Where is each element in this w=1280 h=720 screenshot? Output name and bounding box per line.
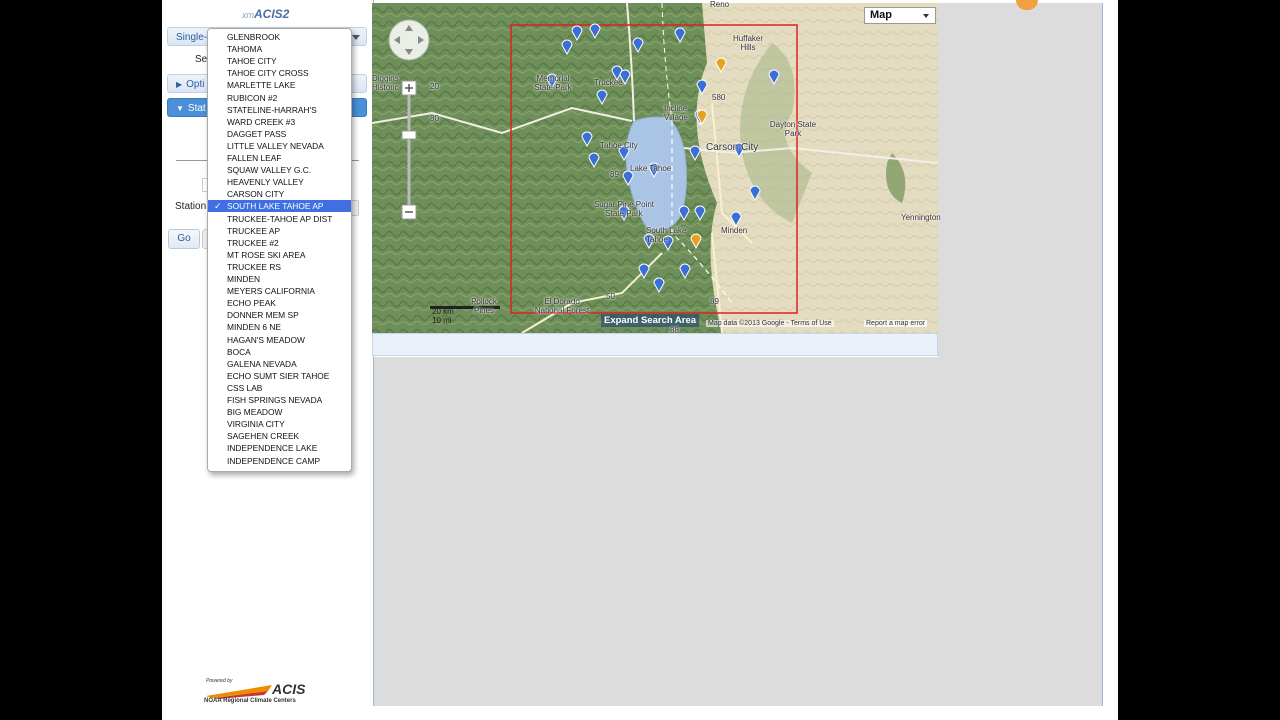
dropdown-option[interactable]: TAHOE CITY CROSS [208, 67, 351, 79]
map-attribution[interactable]: Map data ©2013 Google - Terms of Use [706, 320, 834, 327]
dropdown-option[interactable]: TRUCKEE-TAHOE AP DIST [208, 213, 351, 225]
map-label: Yennington [901, 213, 941, 222]
dropdown-option[interactable]: MEYERS CALIFORNIA [208, 285, 351, 297]
dropdown-option[interactable]: HEAVENLY VALLEY [208, 176, 351, 188]
dropdown-option[interactable]: RUBICON #2 [208, 92, 351, 104]
station-dropdown-list[interactable]: GLENBROOK TAHOMA TAHOE CITY TAHOE CITY CROS… [207, 28, 352, 472]
dropdown-option[interactable]: GALENA NEVADA [208, 358, 351, 370]
route-shield: 20 [430, 82, 439, 91]
panel-border [1102, 3, 1103, 706]
dropdown-option[interactable]: SAGEHEN CREEK [208, 430, 351, 442]
go-button[interactable]: Go [168, 229, 200, 249]
map-label: Truckee [594, 78, 623, 87]
route-shield: 88 [670, 326, 679, 335]
results-panel [373, 357, 1103, 706]
dropdown-option[interactable]: BOCA [208, 346, 351, 358]
dropdown-option[interactable]: HAGAN'S MEADOW [208, 334, 351, 346]
map-label: Tahoe City [600, 141, 638, 150]
dropdown-option[interactable]: TRUCKEE RS [208, 261, 351, 273]
dropdown-option[interactable]: CARSON CITY [208, 188, 351, 200]
map-label: Pollock Pines [471, 297, 497, 315]
route-shield: 580 [712, 93, 726, 102]
dropdown-option[interactable]: DONNER MEM SP [208, 309, 351, 321]
check-icon: ✓ [214, 201, 222, 212]
dropdown-option[interactable]: TRUCKEE AP [208, 225, 351, 237]
map-label: Dayton State Park [769, 120, 817, 138]
dropdown-option[interactable]: FISH SPRINGS NEVADA [208, 394, 351, 406]
map-label: El Dorado National Forest [534, 297, 590, 315]
dropdown-option[interactable]: FALLEN LEAF [208, 152, 351, 164]
dropdown-option[interactable]: INDEPENDENCE LAKE [208, 442, 351, 454]
map-label: Huffaker Hills [732, 34, 764, 52]
map-label: South Lake Tahoe [646, 226, 687, 244]
sidebar: xmACIS2 Single- Se ▶ Opti ▼ Stat Station G… [162, 0, 374, 706]
panel-background [938, 3, 1102, 357]
zoom-slider-handle[interactable] [401, 130, 417, 140]
dropdown-option[interactable]: VIRGINIA CITY [208, 418, 351, 430]
chevron-down-icon [352, 35, 360, 40]
route-shield: 50 [606, 292, 615, 301]
map-label: Reno [710, 0, 730, 9]
acis-logo: Powered by ACIS NOAA Regional Climate Ce… [202, 676, 320, 706]
dropdown-option[interactable]: SQUAW VALLEY G.C. [208, 164, 351, 176]
chevron-down-icon [923, 14, 929, 18]
dropdown-option[interactable]: MARLETTE LAKE [208, 79, 351, 91]
expand-right-icon: ▶ [176, 80, 183, 89]
map-label: Sugar Pine Point State Park [593, 200, 655, 218]
dropdown-option[interactable]: ECHO PEAK [208, 297, 351, 309]
dropdown-option[interactable]: STATELINE-HARRAH'S [208, 104, 351, 116]
app-title: xmACIS2 [242, 7, 290, 21]
map-label: Lake Tahoe [630, 164, 672, 173]
map-label: Carson City [706, 142, 759, 153]
map-scale: 20 km 10 mi [432, 307, 454, 325]
map-label: Diggins Historic [372, 74, 399, 92]
dropdown-option[interactable]: WARD CREEK #3 [208, 116, 351, 128]
dropdown-option[interactable]: TAHOMA [208, 43, 351, 55]
dropdown-option[interactable]: GLENBROOK [208, 31, 351, 43]
dropdown-option[interactable]: BIG MEADOW [208, 406, 351, 418]
route-shield: 89 [710, 297, 719, 306]
map-label: Incline Village [664, 104, 688, 122]
dropdown-option[interactable]: INDEPENDENCE CAMP [208, 455, 351, 467]
dropdown-option[interactable]: ECHO SUMT SIER TAHOE [208, 370, 351, 382]
expand-down-icon: ▼ [176, 104, 184, 113]
dropdown-option[interactable]: DAGGET PASS [208, 128, 351, 140]
map-type-select[interactable]: Map [864, 7, 936, 24]
dropdown-option[interactable]: CSS LAB [208, 382, 351, 394]
dropdown-option[interactable]: TRUCKEE #2 [208, 237, 351, 249]
expand-search-area-link[interactable]: Expand Search Area [601, 314, 700, 327]
dropdown-option-selected[interactable]: ✓ SOUTH LAKE TAHOE AP [208, 200, 351, 213]
route-shield: 80 [430, 114, 439, 123]
dropdown-option[interactable]: TAHOE CITY [208, 55, 351, 67]
map-label: Minden [721, 226, 748, 235]
dropdown-option[interactable]: MT ROSE SKI AREA [208, 249, 351, 261]
station-field-label: Station [175, 201, 207, 212]
report-map-error-link[interactable]: Report a map error [864, 320, 928, 327]
map-label: Memorial State Park [534, 74, 572, 92]
map-footer-bar [372, 333, 938, 356]
dropdown-option[interactable]: MINDEN 6 NE [208, 321, 351, 333]
dropdown-option[interactable]: MINDEN [208, 273, 351, 285]
dropdown-option[interactable]: LITTLE VALLEY NEVADA [208, 140, 351, 152]
route-shield: 89 [610, 170, 619, 179]
